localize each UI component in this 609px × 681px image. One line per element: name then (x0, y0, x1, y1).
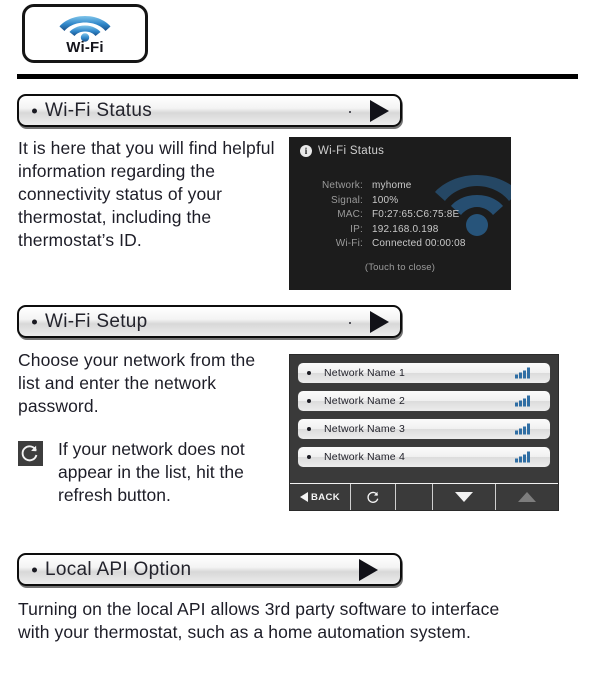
section-header-local-api-option[interactable]: Local API Option (17, 553, 402, 586)
status-row: Signal: 100% (307, 194, 497, 209)
wifi-status-screen-panel: i Wi-Fi Status Network: myhome Signal: 1… (289, 137, 511, 290)
status-row-key: Network: (321, 180, 363, 191)
section-title: Local API Option (45, 558, 192, 580)
network-list-item[interactable]: Network Name 2 (297, 390, 551, 412)
status-row-value: Connected 00:00:08 (372, 238, 466, 249)
play-triangle-icon[interactable] (370, 310, 389, 333)
toolbar-spacer (396, 484, 433, 510)
scroll-up-button[interactable] (496, 484, 558, 510)
status-panel-header: i Wi-Fi Status (300, 145, 384, 157)
touch-to-close-hint[interactable]: (Touch to close) (289, 262, 511, 273)
refresh-button[interactable] (351, 484, 396, 510)
network-list: Network Name 1 Network Name 2 Network Na… (297, 362, 551, 474)
header-divider-rule (17, 74, 578, 79)
play-triangle-icon[interactable] (359, 558, 378, 581)
status-row-value: F0:27:65:C6:75:8E (372, 209, 460, 220)
arrow-down-icon (455, 492, 473, 502)
status-row-value: myhome (372, 180, 412, 191)
section-title: Wi-Fi Setup (45, 310, 148, 332)
status-row: MAC: F0:27:65:C6:75:8E (307, 208, 497, 223)
bullet-icon (32, 567, 37, 572)
local-api-description: Turning on the local API allows 3rd part… (18, 599, 500, 642)
info-icon: i (300, 145, 312, 157)
back-triangle-icon (299, 492, 308, 502)
network-list-item[interactable]: Network Name 4 (297, 446, 551, 468)
bullet-icon (307, 427, 311, 431)
status-row: Wi-Fi: Connected 00:00:08 (307, 237, 497, 252)
status-row-key: Wi-Fi: (335, 238, 363, 249)
network-list-screen-panel: Network Name 1 Network Name 2 Network Na… (289, 354, 559, 511)
dot-artifact (349, 322, 351, 325)
bullet-icon (307, 371, 311, 375)
bullet-icon (307, 399, 311, 403)
refresh-icon (366, 491, 378, 503)
status-row-value: 192.168.0.198 (372, 223, 439, 235)
network-name: Network Name 3 (324, 423, 405, 435)
bullet-icon (307, 455, 311, 459)
section-header-wifi-setup[interactable]: Wi-Fi Setup (17, 305, 402, 338)
wifi-status-description: It is here that you will find helpful in… (18, 138, 275, 250)
scroll-down-button[interactable] (433, 484, 496, 510)
status-row-value: 100% (372, 194, 399, 206)
signal-bars-icon (515, 395, 530, 407)
status-row: IP: 192.168.0.198 (307, 223, 497, 238)
network-list-item[interactable]: Network Name 3 (297, 418, 551, 440)
back-button-label: BACK (310, 491, 341, 503)
network-list-item[interactable]: Network Name 1 (297, 362, 551, 384)
signal-bars-icon (515, 367, 530, 379)
wifi-logo-label: Wi-Fi (66, 39, 104, 56)
bullet-icon (32, 108, 37, 113)
refresh-note: If your network does not appear in the l… (18, 438, 280, 507)
status-panel-rows: Network: myhome Signal: 100% MAC: F0:27:… (307, 179, 497, 252)
back-button[interactable]: BACK (290, 484, 351, 510)
bullet-icon (32, 319, 37, 324)
section-title: Wi-Fi Status (45, 99, 153, 121)
signal-bars-icon (515, 423, 530, 435)
network-name: Network Name 2 (324, 395, 405, 407)
section-header-wifi-status[interactable]: Wi-Fi Status (17, 94, 402, 127)
status-panel-title: Wi-Fi Status (318, 145, 385, 157)
dot-artifact (349, 111, 351, 114)
network-name: Network Name 1 (324, 367, 405, 379)
refresh-note-text: If your network does not appear in the l… (58, 439, 245, 505)
wifi-setup-description: Choose your network from the list and en… (18, 350, 256, 416)
status-row: Network: myhome (307, 179, 497, 194)
wifi-logo-tile: Wi-Fi (22, 4, 148, 63)
network-name: Network Name 4 (324, 451, 405, 463)
network-panel-toolbar: BACK (290, 483, 558, 510)
play-triangle-icon[interactable] (370, 99, 389, 122)
status-row-key: MAC: (337, 209, 363, 220)
status-row-key: IP: (350, 223, 363, 235)
wifi-icon (59, 16, 111, 42)
signal-bars-icon (515, 451, 530, 463)
arrow-up-icon (518, 492, 536, 502)
status-row-key: Signal: (331, 194, 363, 206)
refresh-icon (18, 441, 43, 466)
